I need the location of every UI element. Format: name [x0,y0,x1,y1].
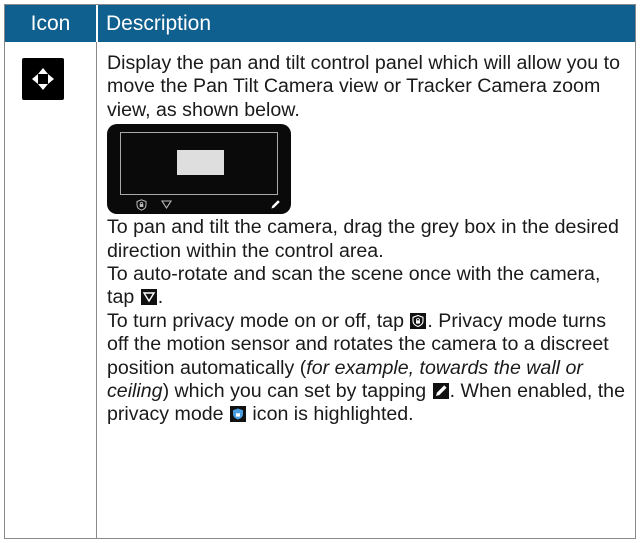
scan-icon [161,200,172,210]
pencil-icon [271,200,280,209]
privacy-shield-icon [136,199,147,211]
drag-box [177,150,224,176]
header-icon-column: Icon [30,11,71,35]
intro-text: Display the pan and tilt control panel w… [107,52,620,121]
pan-tilt-arrows-icon [22,58,64,100]
privacy-text: To turn privacy mode on or off, tap . Pr… [107,309,625,426]
icon-description-table: Icon Description Display the pan and til… [4,4,636,539]
drag-text: To pan and tilt the camera, drag the gre… [107,216,619,262]
scan-icon [140,289,157,306]
privacy-shield-icon [410,312,427,329]
pan-tilt-control-panel [107,124,291,215]
row-description: Display the pan and tilt control panel w… [107,52,629,427]
scan-text: To auto-rotate and scan the scene once w… [107,263,601,309]
table-header: Icon Description [5,5,635,42]
pencil-icon [432,383,449,400]
highlighted-privacy-icon [229,406,246,423]
header-description-column: Description [106,11,212,35]
column-divider [96,42,97,538]
